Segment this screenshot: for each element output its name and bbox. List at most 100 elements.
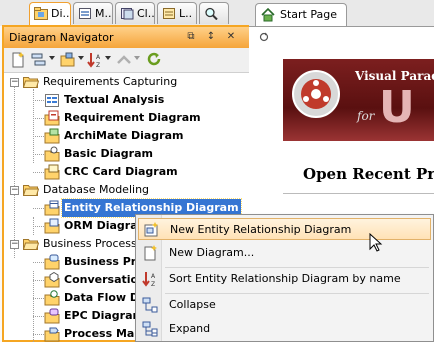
collapse-toggle-icon[interactable]: − <box>10 78 19 87</box>
tree-connector <box>33 208 44 209</box>
tree-connector <box>33 316 44 317</box>
tab-search[interactable] <box>199 2 229 24</box>
tree-group-label: Requirements Capturing <box>43 75 178 88</box>
tree-connector <box>33 280 44 281</box>
new-erd-icon <box>144 222 158 237</box>
tab-label: Cl.. <box>137 7 155 20</box>
tree-connector <box>33 226 44 227</box>
tree-item-label: CRC Card Diagram <box>64 165 178 178</box>
tab-class-repository[interactable]: Cl.. <box>115 2 155 24</box>
svg-text:Z: Z <box>96 62 100 68</box>
open-folder-icon[interactable] <box>60 52 76 68</box>
svg-text:A: A <box>151 273 156 280</box>
process-map-icon <box>44 327 60 342</box>
tab-label: Di.. <box>51 7 70 20</box>
banner-product: U <box>379 82 415 133</box>
diagram-navigator-icon <box>34 7 48 20</box>
tab-diagram-navigator[interactable]: Di.. <box>29 2 71 26</box>
tree-connector <box>33 172 44 173</box>
panel-header: Diagram Navigator ⧉ ↕ ✕ <box>4 27 249 48</box>
dropdown-arrow-icon[interactable] <box>134 56 140 60</box>
menu-item-label: New Diagram... <box>169 246 255 259</box>
menu-item-label: Collapse <box>169 298 216 311</box>
dropdown-arrow-icon[interactable] <box>78 56 84 60</box>
tab-layers[interactable]: L.. <box>157 2 197 24</box>
requirement-diagram-icon <box>44 110 60 126</box>
tab-model-explorer[interactable]: M.. <box>73 2 113 24</box>
editor-tab-bar: Start Page <box>249 0 434 26</box>
expand-icon <box>142 321 158 337</box>
restore-icon[interactable]: ⧉ <box>185 31 197 43</box>
basic-diagram-icon <box>44 146 60 162</box>
tree-connector <box>33 262 44 263</box>
divider <box>283 193 434 194</box>
menu-item-label: Expand <box>169 322 211 335</box>
menu-item-collapse[interactable]: Collapse <box>138 294 431 316</box>
left-tab-bar: Di.. M.. Cl.. L.. <box>0 0 249 26</box>
business-process-diagram-icon <box>44 254 60 270</box>
archimate-diagram-icon <box>44 128 60 144</box>
tree-item-label: Basic Diagram <box>64 147 153 160</box>
dropdown-arrow-icon[interactable] <box>105 56 111 60</box>
up-icon[interactable] <box>116 52 132 68</box>
svg-text:A: A <box>96 54 101 61</box>
menu-item-expand[interactable]: Expand <box>138 318 431 340</box>
tree-connector <box>33 118 44 119</box>
refresh-icon[interactable] <box>259 32 269 42</box>
context-menu: New Entity Relationship Diagram New Diag… <box>135 214 434 342</box>
refresh-icon[interactable] <box>146 52 162 68</box>
search-icon <box>205 7 218 20</box>
folder-open-icon <box>23 77 39 88</box>
textual-analysis-icon <box>45 94 59 107</box>
new-diagram-icon <box>144 245 157 261</box>
tree-connector <box>33 334 44 335</box>
navigator-toolbar: A Z <box>4 48 249 73</box>
open-recent-heading: Open Recent Pro <box>303 165 434 183</box>
class-repository-icon <box>121 8 134 20</box>
collapse-toggle-icon[interactable]: − <box>10 186 19 195</box>
new-diagram-icon[interactable] <box>10 52 26 68</box>
conversation-diagram-icon <box>44 272 60 288</box>
menu-item-label: Sort Entity Relationship Diagram by name <box>169 272 401 285</box>
pin-icon[interactable]: ↕ <box>205 31 217 43</box>
app-window: Di.. M.. Cl.. L.. Diagram Navigator ⧉ ↕ … <box>0 0 434 342</box>
tab-label: L.. <box>179 7 193 20</box>
product-banner: Visual Parad U for <box>283 59 434 141</box>
mouse-cursor-icon <box>369 233 383 252</box>
product-logo-icon <box>292 70 340 118</box>
tree-item-label: ArchiMate Diagram <box>64 129 184 142</box>
tree-item-label: EPC Diagram <box>64 309 144 322</box>
tree-connector <box>33 271 34 342</box>
tree-connector <box>33 154 44 155</box>
folder-open-icon <box>23 239 39 250</box>
orm-diagram-icon <box>44 218 60 234</box>
folder-open-icon <box>23 185 39 196</box>
tree-item-label: Textual Analysis <box>64 93 165 106</box>
panel-title: Diagram Navigator <box>9 31 114 44</box>
start-page-icon <box>261 8 275 22</box>
tab-label: Start Page <box>280 8 337 21</box>
menu-item-new-diagram[interactable]: New Diagram... <box>138 242 431 264</box>
sort-icon[interactable]: A Z <box>87 52 103 68</box>
view-options-icon[interactable] <box>31 52 47 68</box>
collapse-icon <box>142 297 158 313</box>
tree-item-label: Process Map <box>64 327 143 340</box>
tree-connector <box>33 298 44 299</box>
data-flow-diagram-icon <box>44 290 60 306</box>
svg-text:Z: Z <box>151 281 155 287</box>
sort-icon: A Z <box>142 272 156 287</box>
menu-item-sort-by-name[interactable]: A Z Sort Entity Relationship Diagram by … <box>138 268 431 290</box>
tree-item-label: Requirement Diagram <box>64 111 201 124</box>
tab-start-page[interactable]: Start Page <box>255 3 347 26</box>
tree-group-label: Database Modeling <box>43 183 150 196</box>
banner-for: for <box>357 109 375 123</box>
close-icon[interactable]: ✕ <box>225 31 237 43</box>
menu-item-label: New Entity Relationship Diagram <box>170 223 352 236</box>
collapse-toggle-icon[interactable]: − <box>10 240 19 249</box>
menu-item-new-erd[interactable]: New Entity Relationship Diagram <box>138 218 431 240</box>
crc-card-diagram-icon <box>44 164 60 180</box>
dropdown-arrow-icon[interactable] <box>49 56 55 60</box>
tree-connector <box>33 136 44 137</box>
tree-connector <box>14 82 15 258</box>
epc-diagram-icon <box>44 308 60 324</box>
